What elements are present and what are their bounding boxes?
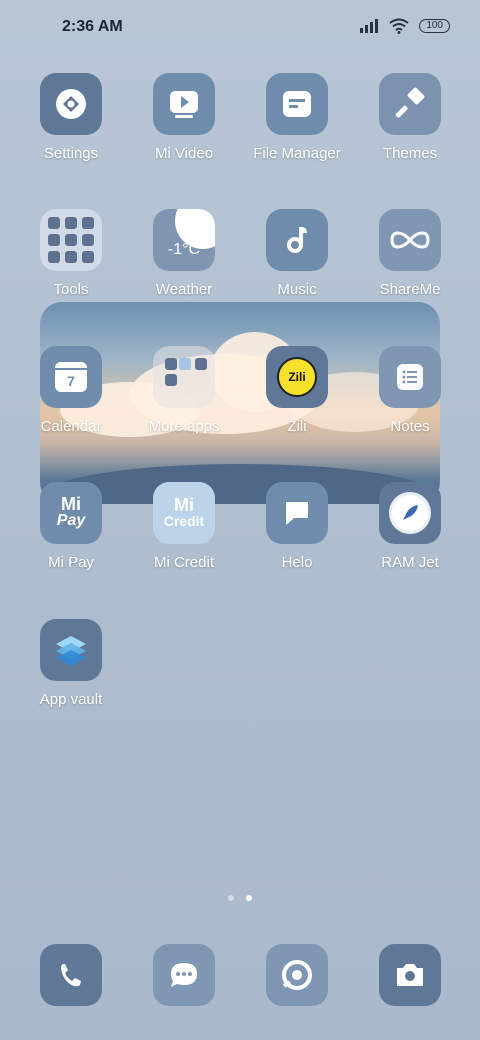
app-label: Zili [287,418,307,435]
app-label: Calendar [40,418,102,435]
app-label: File Manager [253,145,341,162]
layers-icon [40,619,102,681]
app-label: Themes [382,145,438,162]
app-label: Notes [390,418,430,435]
app-label: App vault [39,691,103,708]
wifi-icon [389,18,409,34]
status-icons: 100 [359,18,450,34]
page-dot-active[interactable] [246,895,252,901]
app-shareme[interactable]: ShareMe [354,209,466,298]
video-play-icon [153,73,215,135]
app-notes[interactable]: Notes [354,346,466,435]
infinity-icon [379,209,441,271]
zili-icon: Zili [266,346,328,408]
notes-icon [379,346,441,408]
folder-grid-icon [153,346,215,408]
app-label: Music [277,281,317,298]
folder-icon [266,73,328,135]
music-note-icon [266,209,328,271]
mi-credit-icon: Mi Credit [153,482,215,544]
app-mi-pay[interactable]: Mi Pay Mi Pay [15,482,127,571]
app-label: Mi Video [154,145,214,162]
calendar-day: 7 [67,373,75,389]
app-label: Mi Credit [153,554,214,571]
battery-indicator: 100 [419,19,450,33]
app-label: Mi Pay [48,554,94,571]
page-dot[interactable] [228,895,234,901]
brush-icon [379,73,441,135]
app-label: ShareMe [379,281,441,298]
status-time: 2:36 AM [62,18,123,35]
app-settings[interactable]: Settings [15,73,127,162]
app-label: Helo [281,554,313,571]
rocket-icon [379,482,441,544]
calendar-icon: 7 [40,346,102,408]
dock [0,944,480,1006]
weather-icon: -1°C [153,209,215,271]
page-indicator [0,895,480,901]
folder-tools[interactable]: Tools [15,209,127,298]
folder-more-apps[interactable]: More apps [128,346,240,435]
app-app-vault[interactable]: App vault [15,619,127,708]
mi-pay-icon: Mi Pay [40,482,102,544]
app-themes[interactable]: Themes [354,73,466,162]
app-label: Weather [155,281,213,298]
app-label: RAM Jet [381,554,439,571]
app-zili[interactable]: Zili Zili [241,346,353,435]
app-ram-jet[interactable]: RAM Jet [354,482,466,571]
zili-logo-text: Zili [288,370,306,384]
app-helo[interactable]: Helo [241,482,353,571]
weather-temp: -1°C [167,241,201,258]
app-mi-credit[interactable]: Mi Credit Mi Credit [128,482,240,571]
camera-icon[interactable] [379,944,441,1006]
app-calendar[interactable]: 7 Calendar [15,346,127,435]
app-weather[interactable]: -1°C Weather [128,209,240,298]
signal-icon [360,19,379,33]
mi-pay-text: Pay [56,512,86,529]
phone-icon[interactable] [40,944,102,1006]
folder-grid-icon [40,209,102,271]
helo-chat-icon [266,482,328,544]
app-label: Settings [43,145,99,162]
settings-icon [40,73,102,135]
browser-icon[interactable] [266,944,328,1006]
app-file-manager[interactable]: File Manager [241,73,353,162]
app-label: More apps [148,418,220,435]
app-mi-video[interactable]: Mi Video [128,73,240,162]
app-label: Tools [53,281,89,298]
app-music[interactable]: Music [241,209,353,298]
messages-icon[interactable] [153,944,215,1006]
mi-credit-text: Credit [163,513,205,529]
status-bar: 2:36 AM 100 [0,0,480,56]
